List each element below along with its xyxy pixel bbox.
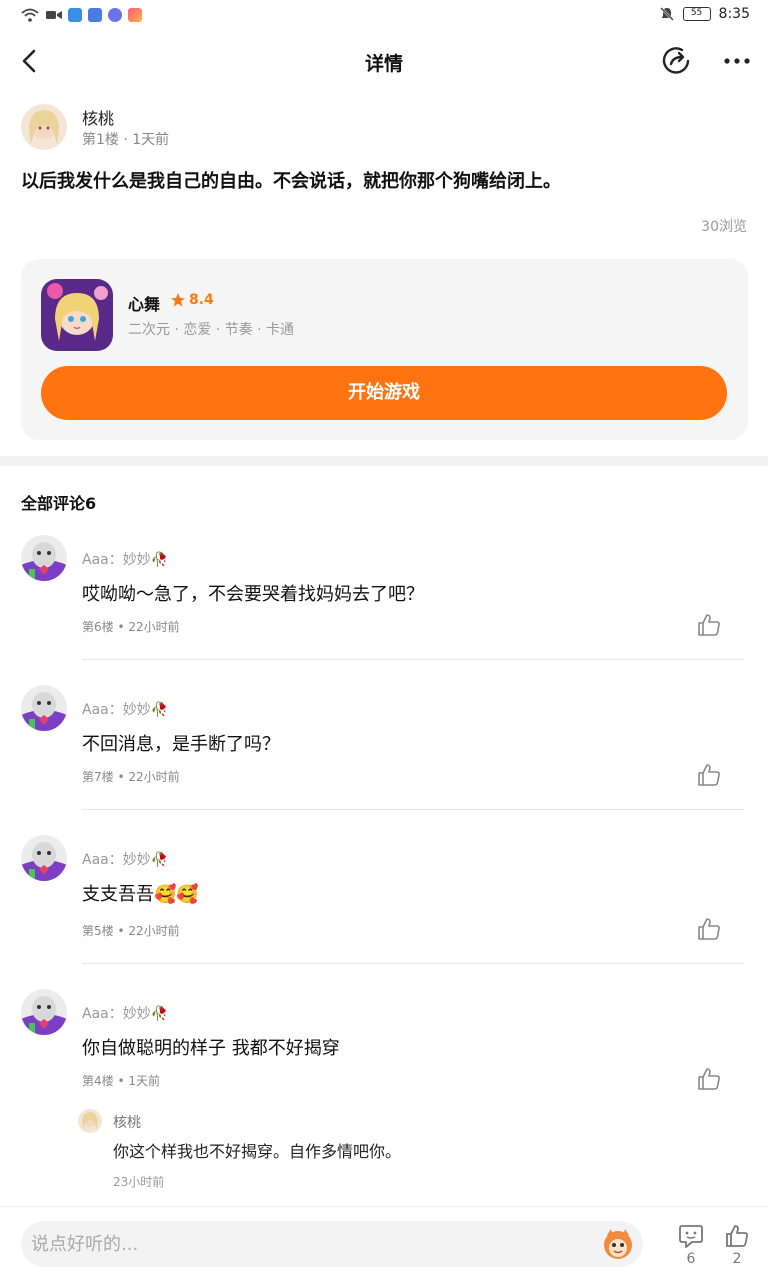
like-button[interactable] [696,1066,722,1092]
comment-separator [82,659,744,660]
commenter-avatar[interactable] [21,989,67,1035]
thumbs-up-icon [698,614,720,636]
commenter-name[interactable]: Aaa：妙妙🥀 [82,699,168,719]
app-icon [128,8,142,22]
status-right: 55 8:35 [659,6,750,22]
music-icon [108,8,122,22]
start-game-button[interactable]: 开始游戏 [41,366,727,420]
thumbs-up-icon [698,764,720,786]
reply-author-name[interactable]: 核桃 [113,1112,141,1132]
game-card[interactable]: 心舞 8.4 二次元 · 恋爱 · 节奏 · 卡通 开始游戏 [21,259,748,440]
page-title: 详情 [364,53,403,75]
game-rating: 8.4 [170,292,214,308]
reply-avatar[interactable] [78,1109,102,1133]
mail-icon [88,8,102,22]
bottom-bar: 6 2 [0,1206,768,1280]
thumbs-up-icon [726,1225,748,1247]
view-count: 30浏览 [701,219,747,235]
comment-meta: 第6楼 • 22小时前 [82,620,180,634]
commenter-avatar[interactable] [21,535,67,581]
comment-bubble-icon [679,1225,703,1248]
comment-meta: 第5楼 • 22小时前 [82,924,180,938]
like-count: 2 [732,1251,742,1267]
comments-title: 全部评论6 [21,494,97,513]
share-icon [662,47,690,74]
status-time: 8:35 [718,6,750,22]
comment-meta: 第4楼 • 1天前 [82,1074,160,1088]
game-name: 心舞 [128,295,161,314]
commenter-name[interactable]: Aaa：妙妙🥀 [82,1003,168,1023]
comment-count-button[interactable]: 6 [676,1221,706,1271]
status-left-icons [20,7,142,23]
post-like-button[interactable]: 2 [722,1221,752,1271]
author-name[interactable]: 核桃 [82,105,114,129]
mute-icon [659,7,674,21]
comment-text: 哎呦呦～急了，不会要哭着找妈妈去了吧？ [82,584,424,605]
commenter-avatar[interactable] [21,685,67,731]
more-icon [724,58,750,64]
commenter-name[interactable]: Aaa：妙妙🥀 [82,549,168,569]
post-text: 以后我发什么是我自己的自由。不会说话，就把你那个狗嘴给闭上。 [21,171,561,192]
thumbs-up-icon [698,1068,720,1090]
reply-text: 你这个样我也不好揭穿。自作多情吧你。 [113,1142,402,1161]
comment-text: 你自做聪明的样子 我都不好揭穿 [82,1038,340,1059]
comment-meta: 第7楼 • 22小时前 [82,770,180,784]
game-icon[interactable] [41,279,113,351]
thumbs-up-icon [698,918,720,940]
comment-separator [82,809,744,810]
author-avatar[interactable] [21,104,67,150]
commenter-avatar[interactable] [21,835,67,881]
status-bar: 55 8:35 [0,0,768,32]
battery-icon: 55 [682,7,711,21]
game-tags: 二次元 · 恋爱 · 节奏 · 卡通 [128,322,295,338]
like-button[interactable] [696,762,722,788]
commenter-name[interactable]: Aaa：妙妙🥀 [82,849,168,869]
header: 详情 [0,32,768,90]
comment-text: 支支吾吾🥰🥰 [82,884,199,905]
share-button[interactable] [660,45,692,77]
comment-count: 6 [686,1251,696,1267]
more-button[interactable] [720,45,754,77]
video-icon [46,11,62,19]
comment-separator [82,963,744,964]
section-divider [0,456,768,466]
reply-meta: 23小时前 [113,1175,165,1189]
post-meta: 第1楼 · 1天前 [82,132,170,148]
star-icon [171,293,185,307]
comment-input[interactable] [31,1221,591,1267]
game-rating-value: 8.4 [189,292,214,308]
comment-input-box[interactable] [21,1221,643,1267]
wifi-icon [21,8,39,22]
mascot-emoji-icon[interactable] [601,1227,635,1261]
cloud-icon [68,8,82,22]
like-button[interactable] [696,916,722,942]
comment-text: 不回消息，是手断了吗？ [82,734,280,755]
like-button[interactable] [696,612,722,638]
